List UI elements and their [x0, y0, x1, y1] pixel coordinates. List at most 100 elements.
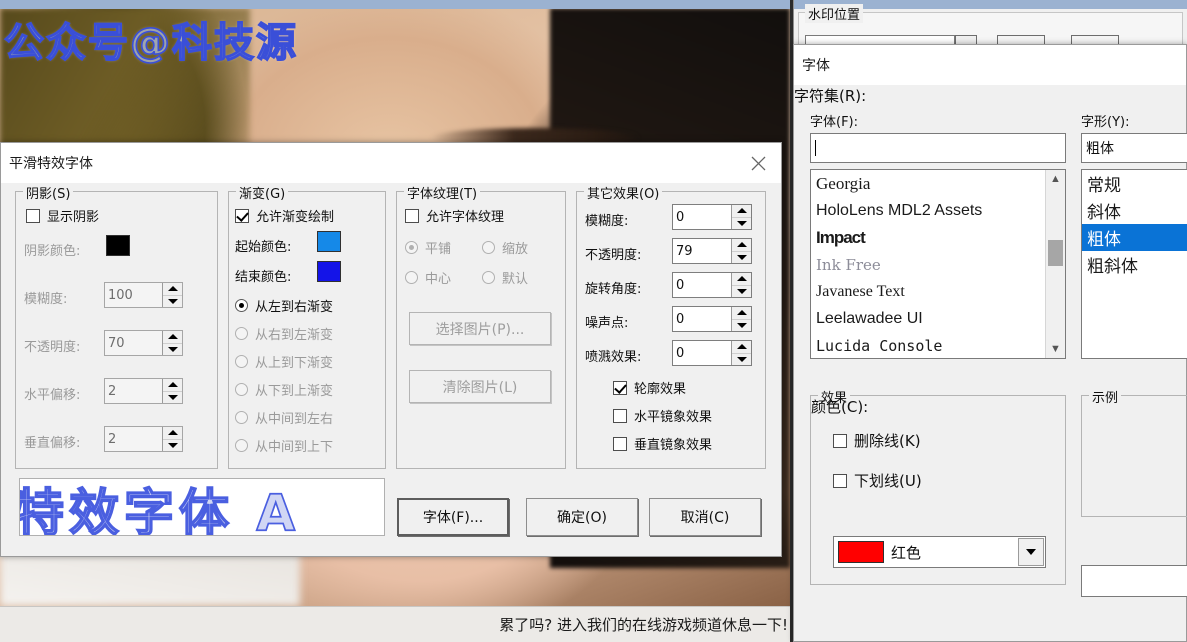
list-item[interactable]: Georgia — [811, 170, 1065, 197]
chevron-down-icon[interactable] — [1018, 538, 1044, 566]
list-item[interactable]: 斜体 — [1082, 197, 1187, 224]
shadow-blur-spinner[interactable]: 100 — [104, 282, 183, 308]
font-list-scrollbar[interactable]: ▲ ▼ — [1045, 170, 1065, 358]
list-item[interactable]: 粗体 — [1082, 224, 1187, 251]
font-color-label: 颜色(C): — [811, 396, 868, 417]
list-item[interactable]: HoloLens MDL2 Assets — [811, 197, 1065, 224]
list-item[interactable]: 粗斜体 — [1082, 251, 1187, 278]
spinner-arrows-icon[interactable] — [731, 341, 751, 365]
list-item[interactable]: Impact — [811, 224, 1065, 251]
cancel-button[interactable]: 取消(C) — [649, 498, 761, 536]
mirror-horizontal-checkbox[interactable]: 水平镜象效果 — [613, 406, 712, 425]
gradient-direction-1-label: 从右到左渐变 — [255, 324, 333, 343]
shadow-offset-x-spinner[interactable]: 2 — [104, 378, 183, 404]
strikeout-checkbox[interactable]: 删除线(K) — [833, 430, 921, 451]
other-rotate-value: 0 — [673, 273, 731, 297]
watermark-overlay-text[interactable]: 公众号@科技源 — [4, 10, 298, 68]
gradient-direction-2[interactable]: 从上到下渐变 — [235, 352, 333, 371]
watermark-position-label: 水印位置 — [805, 4, 863, 23]
other-rotate-label: 旋转角度: — [585, 278, 641, 297]
gradient-direction-3-label: 从下到上渐变 — [255, 380, 333, 399]
shadow-offset-x-label: 水平偏移: — [24, 384, 80, 403]
list-item[interactable]: 常规 — [1082, 170, 1187, 197]
spinner-arrows-icon[interactable] — [731, 239, 751, 263]
underline-checkbox[interactable]: 下划线(U) — [833, 470, 922, 491]
font-family-label: 字体(F): — [810, 111, 858, 130]
other-noise-spinner[interactable]: 0 — [672, 306, 752, 332]
list-item[interactable]: Leelawadee UI — [811, 305, 1065, 332]
chevron-down-icon[interactable]: ▼ — [1046, 340, 1065, 358]
shadow-blur-label: 模糊度: — [24, 288, 67, 307]
clear-image-button[interactable]: 清除图片(L) — [409, 370, 551, 403]
other-opacity-spinner[interactable]: 79 — [672, 238, 752, 264]
font-style-input-value: 粗体 — [1086, 138, 1114, 158]
texture-mode-tile[interactable]: 平铺 — [405, 238, 451, 257]
radio-icon — [482, 241, 495, 254]
show-shadow-checkbox[interactable]: 显示阴影 — [26, 206, 99, 225]
gradient-direction-3[interactable]: 从下到上渐变 — [235, 380, 333, 399]
font-sample-group-label: 示例 — [1089, 387, 1121, 406]
gradient-start-color-swatch[interactable] — [317, 231, 341, 252]
spinner-arrows-icon[interactable] — [731, 205, 751, 229]
gradient-direction-4[interactable]: 从中间到左右 — [235, 408, 333, 427]
ok-button[interactable]: 确定(O) — [526, 498, 638, 536]
scrollbar-thumb[interactable] — [1048, 240, 1063, 266]
gradient-direction-0[interactable]: 从左到右渐变 — [235, 296, 333, 315]
chevron-up-icon[interactable]: ▲ — [1046, 170, 1065, 188]
gradient-end-color-label: 结束颜色: — [235, 266, 291, 285]
font-button[interactable]: 字体(F)... — [397, 498, 509, 536]
gradient-direction-5[interactable]: 从中间到上下 — [235, 436, 333, 455]
spinner-arrows-icon[interactable] — [731, 273, 751, 297]
enable-texture-checkbox[interactable]: 允许字体纹理 — [405, 206, 504, 225]
texture-mode-center[interactable]: 中心 — [405, 268, 451, 287]
enable-gradient-checkbox[interactable]: 允许渐变绘制 — [235, 206, 334, 225]
shadow-opacity-spinner[interactable]: 70 — [104, 330, 183, 356]
other-rotate-spinner[interactable]: 0 — [672, 272, 752, 298]
texture-group: 字体纹理(T) 允许字体纹理 平铺 缩放 中心 默认 选择图片(P)... 清除… — [396, 191, 566, 469]
other-blur-spinner[interactable]: 0 — [672, 204, 752, 230]
font-style-input[interactable]: 粗体 — [1081, 133, 1187, 163]
list-item[interactable]: Javanese Text — [811, 278, 1065, 305]
shadow-group-label: 阴影(S) — [23, 183, 73, 202]
fx-dialog-titlebar: 平滑特效字体 — [1, 143, 781, 183]
shadow-color-swatch[interactable] — [106, 235, 130, 256]
spinner-arrows-icon[interactable] — [162, 331, 182, 355]
spinner-arrows-icon[interactable] — [162, 379, 182, 403]
font-family-listbox[interactable]: Georgia HoloLens MDL2 Assets Impact Ink … — [810, 169, 1066, 359]
radio-icon — [235, 439, 248, 452]
checkbox-icon — [613, 437, 627, 451]
font-family-input[interactable] — [810, 133, 1066, 163]
show-shadow-label: 显示阴影 — [47, 206, 99, 225]
other-noise-label: 噪声点: — [585, 312, 628, 331]
charset-input[interactable] — [1081, 565, 1187, 597]
mirror-vertical-checkbox[interactable]: 垂直镜象效果 — [613, 434, 712, 453]
texture-mode-scale[interactable]: 缩放 — [482, 238, 528, 257]
font-color-combo[interactable]: 红色 — [833, 536, 1046, 568]
font-sample-group: 示例 — [1081, 395, 1187, 517]
font-color-value: 红色 — [891, 542, 921, 563]
shadow-offset-y-spinner[interactable]: 2 — [104, 426, 183, 452]
checkbox-icon — [833, 434, 847, 448]
list-item[interactable]: Ink Free — [811, 251, 1065, 278]
spinner-arrows-icon[interactable] — [162, 427, 182, 451]
shadow-color-label: 阴影颜色: — [24, 240, 80, 259]
other-effects-group-label: 其它效果(O) — [584, 183, 662, 202]
mirror-horizontal-label: 水平镜象效果 — [634, 406, 712, 425]
color-swatch — [838, 541, 884, 563]
gradient-direction-2-label: 从上到下渐变 — [255, 352, 333, 371]
other-opacity-value: 79 — [673, 239, 731, 263]
enable-gradient-label: 允许渐变绘制 — [256, 206, 334, 225]
list-item[interactable]: Lucida Console — [811, 332, 1065, 359]
shadow-opacity-value: 70 — [105, 331, 162, 355]
spinner-arrows-icon[interactable] — [162, 283, 182, 307]
gradient-end-color-swatch[interactable] — [317, 261, 341, 282]
font-dialog-titlebar: 字体 — [794, 45, 1186, 85]
gradient-direction-1[interactable]: 从右到左渐变 — [235, 324, 333, 343]
font-style-listbox[interactable]: 常规 斜体 粗体 粗斜体 — [1081, 169, 1187, 359]
other-splash-spinner[interactable]: 0 — [672, 340, 752, 366]
close-icon[interactable] — [735, 143, 781, 183]
choose-image-button[interactable]: 选择图片(P)... — [409, 312, 551, 345]
spinner-arrows-icon[interactable] — [731, 307, 751, 331]
texture-mode-default[interactable]: 默认 — [482, 268, 528, 287]
outline-effect-checkbox[interactable]: 轮廓效果 — [613, 378, 686, 397]
